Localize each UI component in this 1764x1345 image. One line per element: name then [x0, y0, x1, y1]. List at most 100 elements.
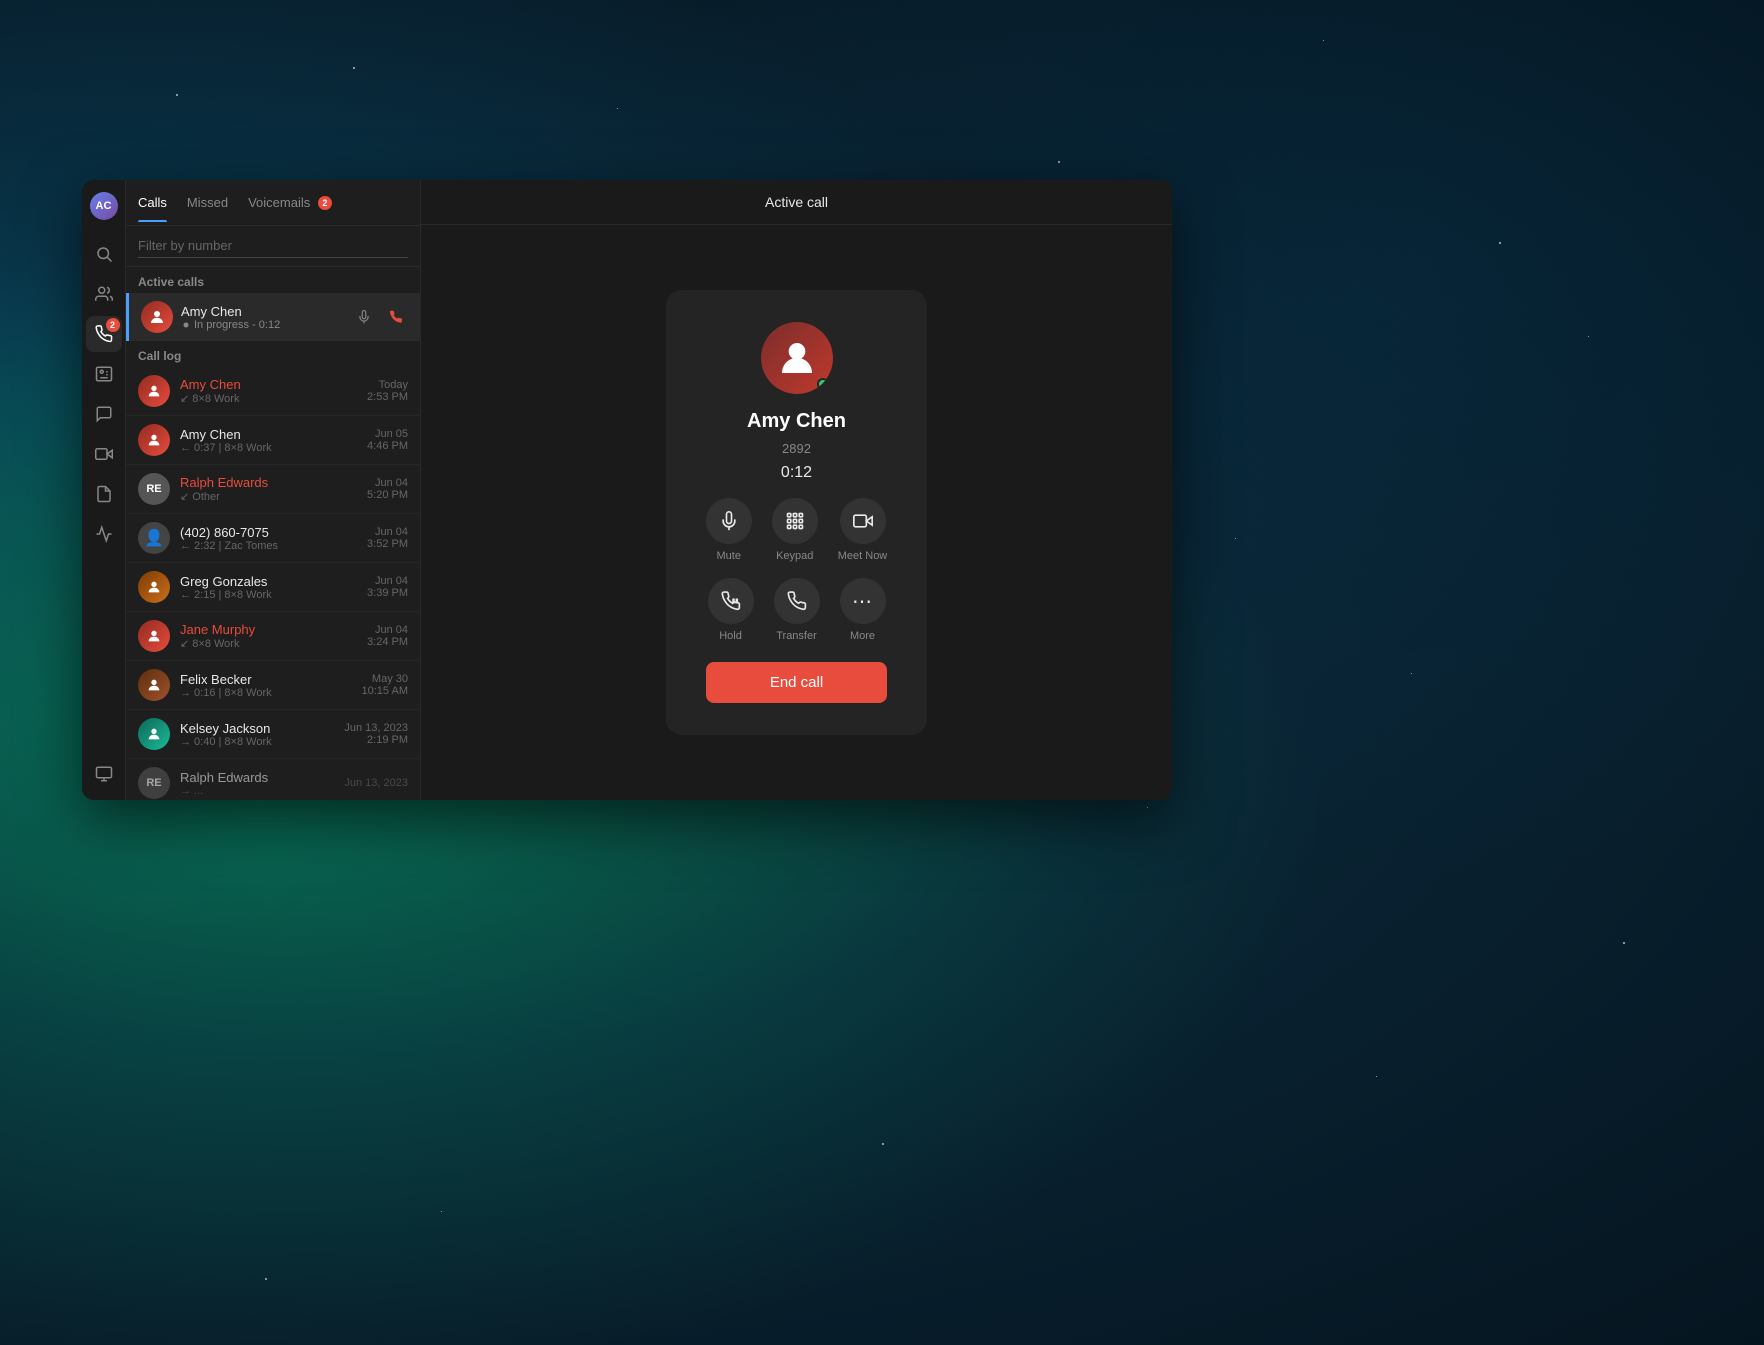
sidebar-item-contacts[interactable] [86, 276, 122, 312]
keypad-icon [772, 498, 818, 544]
log-item-4[interactable]: Greg Gonzales ← 2:15 | 8×8 Work Jun 04 3… [126, 563, 420, 612]
call-log-label: Call log [126, 341, 420, 367]
log-details-0: ↙ 8×8 Work [180, 392, 357, 405]
sidebar-item-chat[interactable] [86, 396, 122, 432]
sidebar-item-phone[interactable]: 2 [86, 316, 122, 352]
active-call-avatar [141, 301, 173, 333]
phone-badge: 2 [106, 318, 120, 332]
log-item-1[interactable]: Amy Chen ← 0:37 | 8×8 Work Jun 05 4:46 P… [126, 416, 420, 465]
meetnow-label: Meet Now [838, 550, 888, 562]
call-card: Amy Chen 2892 0:12 Mute [666, 290, 928, 735]
meetnow-button[interactable]: Meet Now [838, 498, 888, 562]
active-call-panel: Active call Amy Chen 2892 0:12 [421, 180, 1172, 800]
transfer-icon [774, 578, 820, 624]
keypad-button[interactable]: Keypad [772, 498, 818, 562]
app-window: AC 2 [82, 180, 1172, 800]
log-details-7: → 0:40 | 8×8 Work [180, 736, 334, 748]
sidebar-icons: AC 2 [82, 180, 126, 800]
call-card-number: 2892 [782, 441, 811, 456]
log-avatar-5 [138, 620, 170, 652]
log-avatar-8: RE [138, 767, 170, 799]
log-info-6: Felix Becker → 0:16 | 8×8 Work [180, 672, 352, 699]
call-card-name: Amy Chen [747, 410, 846, 433]
log-details-2: ↙ Other [180, 490, 357, 503]
hold-button[interactable]: Hold [708, 578, 754, 642]
log-info-3: (402) 860-7075 ← 2:32 | Zac Tomes [180, 525, 357, 552]
log-details-6: → 0:16 | 8×8 Work [180, 687, 352, 699]
sidebar-item-search[interactable] [86, 236, 122, 272]
log-name-3: (402) 860-7075 [180, 525, 357, 540]
call-panel: Calls Missed Voicemails 2 Active calls [126, 180, 421, 800]
more-label: More [850, 630, 875, 642]
tab-voicemails[interactable]: Voicemails 2 [248, 183, 332, 223]
log-item-2[interactable]: RE Ralph Edwards ↙ Other Jun 04 5:20 PM [126, 465, 420, 514]
voicemails-badge: 2 [318, 196, 332, 210]
transfer-label: Transfer [776, 630, 817, 642]
log-time-8: Jun 13, 2023 [344, 777, 408, 789]
log-time-0: Today 2:53 PM [367, 379, 408, 403]
log-item-6[interactable]: Felix Becker → 0:16 | 8×8 Work May 30 10… [126, 661, 420, 710]
active-call-item[interactable]: Amy Chen In progress - 0:12 [126, 293, 420, 341]
active-call-actions [352, 305, 408, 329]
log-info-2: Ralph Edwards ↙ Other [180, 475, 357, 503]
active-calls-label: Active calls [126, 267, 420, 293]
log-item-7[interactable]: Kelsey Jackson → 0:40 | 8×8 Work Jun 13,… [126, 710, 420, 759]
search-bar [126, 226, 420, 267]
log-info-4: Greg Gonzales ← 2:15 | 8×8 Work [180, 574, 357, 601]
log-avatar-2: RE [138, 473, 170, 505]
call-card-avatar [761, 322, 833, 394]
log-name-4: Greg Gonzales [180, 574, 357, 589]
active-call-name: Amy Chen [181, 304, 344, 319]
end-call-button[interactable]: End call [706, 662, 888, 703]
sidebar-item-document[interactable] [86, 476, 122, 512]
call-controls-row2: Hold Transfer ⋯ More [708, 578, 886, 642]
log-item-8[interactable]: RE Ralph Edwards → ... Jun 13, 2023 [126, 759, 420, 800]
log-info-7: Kelsey Jackson → 0:40 | 8×8 Work [180, 721, 334, 748]
log-avatar-6 [138, 669, 170, 701]
sidebar-item-usercard[interactable] [86, 356, 122, 392]
log-info-5: Jane Murphy ↙ 8×8 Work [180, 622, 357, 650]
transfer-button[interactable]: Transfer [774, 578, 820, 642]
sidebar-item-monitor[interactable] [86, 756, 122, 792]
call-log-list: Amy Chen ↙ 8×8 Work Today 2:53 PM Amy Ch… [126, 367, 420, 800]
log-name-8: Ralph Edwards [180, 770, 334, 785]
call-controls-row1: Mute [706, 498, 888, 562]
log-name-1: Amy Chen [180, 427, 357, 442]
hold-label: Hold [719, 630, 742, 642]
log-details-3: ← 2:32 | Zac Tomes [180, 540, 357, 552]
sidebar-item-video[interactable] [86, 436, 122, 472]
sidebar-item-audio[interactable] [86, 516, 122, 552]
log-info-1: Amy Chen ← 0:37 | 8×8 Work [180, 427, 357, 454]
log-info-0: Amy Chen ↙ 8×8 Work [180, 377, 357, 405]
search-input[interactable] [138, 234, 408, 258]
log-details-1: ← 0:37 | 8×8 Work [180, 442, 357, 454]
end-active-call-btn[interactable] [384, 305, 408, 329]
log-time-7: Jun 13, 2023 2:19 PM [344, 722, 408, 746]
log-item-0[interactable]: Amy Chen ↙ 8×8 Work Today 2:53 PM [126, 367, 420, 416]
tabs: Calls Missed Voicemails 2 [126, 180, 420, 226]
log-time-2: Jun 04 5:20 PM [367, 477, 408, 501]
log-name-5: Jane Murphy [180, 622, 357, 637]
log-name-6: Felix Becker [180, 672, 352, 687]
log-time-4: Jun 04 3:39 PM [367, 575, 408, 599]
mute-button[interactable]: Mute [706, 498, 752, 562]
log-avatar-7 [138, 718, 170, 750]
active-call-status: In progress - 0:12 [181, 319, 344, 331]
log-avatar-4 [138, 571, 170, 603]
log-time-3: Jun 04 3:52 PM [367, 526, 408, 550]
active-call-header: Active call [421, 180, 1172, 225]
tab-calls[interactable]: Calls [138, 183, 167, 222]
log-item-3[interactable]: 👤 (402) 860-7075 ← 2:32 | Zac Tomes Jun … [126, 514, 420, 563]
log-name-7: Kelsey Jackson [180, 721, 334, 736]
hold-icon [708, 578, 754, 624]
more-button[interactable]: ⋯ More [840, 578, 886, 642]
call-duration: 0:12 [781, 464, 812, 482]
mute-icon [706, 498, 752, 544]
log-time-6: May 30 10:15 AM [362, 673, 408, 697]
tab-missed[interactable]: Missed [187, 183, 228, 222]
sidebar-avatar[interactable]: AC [86, 188, 122, 224]
mute-call-btn[interactable] [352, 305, 376, 329]
log-item-5[interactable]: Jane Murphy ↙ 8×8 Work Jun 04 3:24 PM [126, 612, 420, 661]
log-details-4: ← 2:15 | 8×8 Work [180, 589, 357, 601]
log-avatar-1 [138, 424, 170, 456]
